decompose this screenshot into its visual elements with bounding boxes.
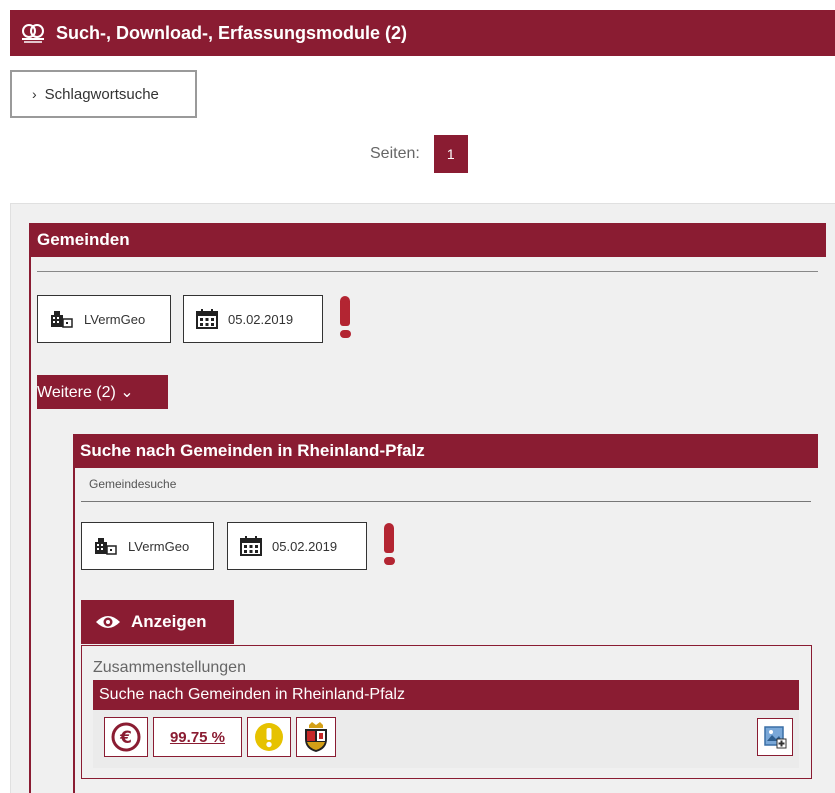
- section-title: Gemeinden: [37, 230, 130, 249]
- provider-chip[interactable]: LVermGeo: [37, 295, 171, 343]
- coat-of-arms-icon: [305, 722, 327, 752]
- service-divider: [81, 501, 811, 502]
- modules-header: Such-, Download-, Erfassungsmodule (2): [10, 10, 835, 56]
- section-divider: [37, 271, 818, 272]
- date-label: 05.02.2019: [228, 311, 294, 327]
- service-header: Suche nach Gemeinden in Rheinland-Pfalz: [73, 434, 818, 468]
- add-to-map-button[interactable]: [757, 718, 793, 756]
- section-header: Gemeinden: [29, 223, 826, 257]
- availability-value: 99.75 %: [169, 728, 226, 746]
- section-side-line: [29, 257, 31, 793]
- keyword-search-button[interactable]: › Schlagwortsuche: [10, 70, 197, 118]
- eye-icon: [96, 616, 120, 628]
- page-button-current[interactable]: 1: [433, 135, 468, 173]
- building-icon: [51, 311, 73, 328]
- svg-text:€: €: [119, 728, 132, 748]
- collection-title-bar: Suche nach Gemeinden in Rheinland-Pfalz: [93, 680, 799, 710]
- search-group-icon: [22, 24, 44, 43]
- show-button[interactable]: Anzeigen: [81, 600, 234, 644]
- modules-title: Such-, Download-, Erfassungsmodule (2): [56, 22, 408, 43]
- info-button[interactable]: [247, 717, 291, 757]
- calendar-icon: [240, 536, 262, 556]
- keyword-search-label: Schlagwortsuche: [44, 85, 159, 103]
- warning-exclamation-icon: [383, 523, 395, 565]
- service-title: Suche nach Gemeinden in Rheinland-Pfalz: [80, 441, 425, 460]
- more-dropdown-button[interactable]: Weitere (2) ⌄: [37, 375, 168, 409]
- exclamation-circle-icon: [255, 723, 283, 751]
- service-date-chip: 05.02.2019: [227, 522, 367, 570]
- date-chip: 05.02.2019: [183, 295, 323, 343]
- provider-label: LVermGeo: [84, 311, 146, 327]
- collection-label: Zusammenstellungen: [93, 659, 246, 676]
- euro-icon: €: [111, 722, 141, 752]
- availability-button[interactable]: 99.75 %: [153, 717, 242, 757]
- collection-title: Suche nach Gemeinden in Rheinland-Pfalz: [99, 686, 405, 703]
- service-provider-chip[interactable]: LVermGeo: [81, 522, 214, 570]
- service-subtitle: Gemeindesuche: [89, 477, 177, 491]
- warning-exclamation-icon: [339, 296, 351, 338]
- chevron-right-icon: ›: [32, 86, 37, 102]
- more-label: Weitere (2) ⌄: [37, 384, 134, 401]
- service-side-line: [73, 468, 75, 793]
- fees-button[interactable]: €: [104, 717, 148, 757]
- pagination: Seiten: 1: [370, 135, 468, 173]
- pagination-label: Seiten:: [370, 145, 420, 162]
- calendar-icon: [196, 309, 218, 329]
- service-provider-label: LVermGeo: [128, 538, 190, 554]
- service-date-label: 05.02.2019: [272, 538, 338, 554]
- rlp-coat-of-arms-button[interactable]: [296, 717, 336, 757]
- building-icon: [95, 538, 117, 555]
- show-label: Anzeigen: [131, 612, 207, 631]
- map-add-icon: [764, 726, 787, 749]
